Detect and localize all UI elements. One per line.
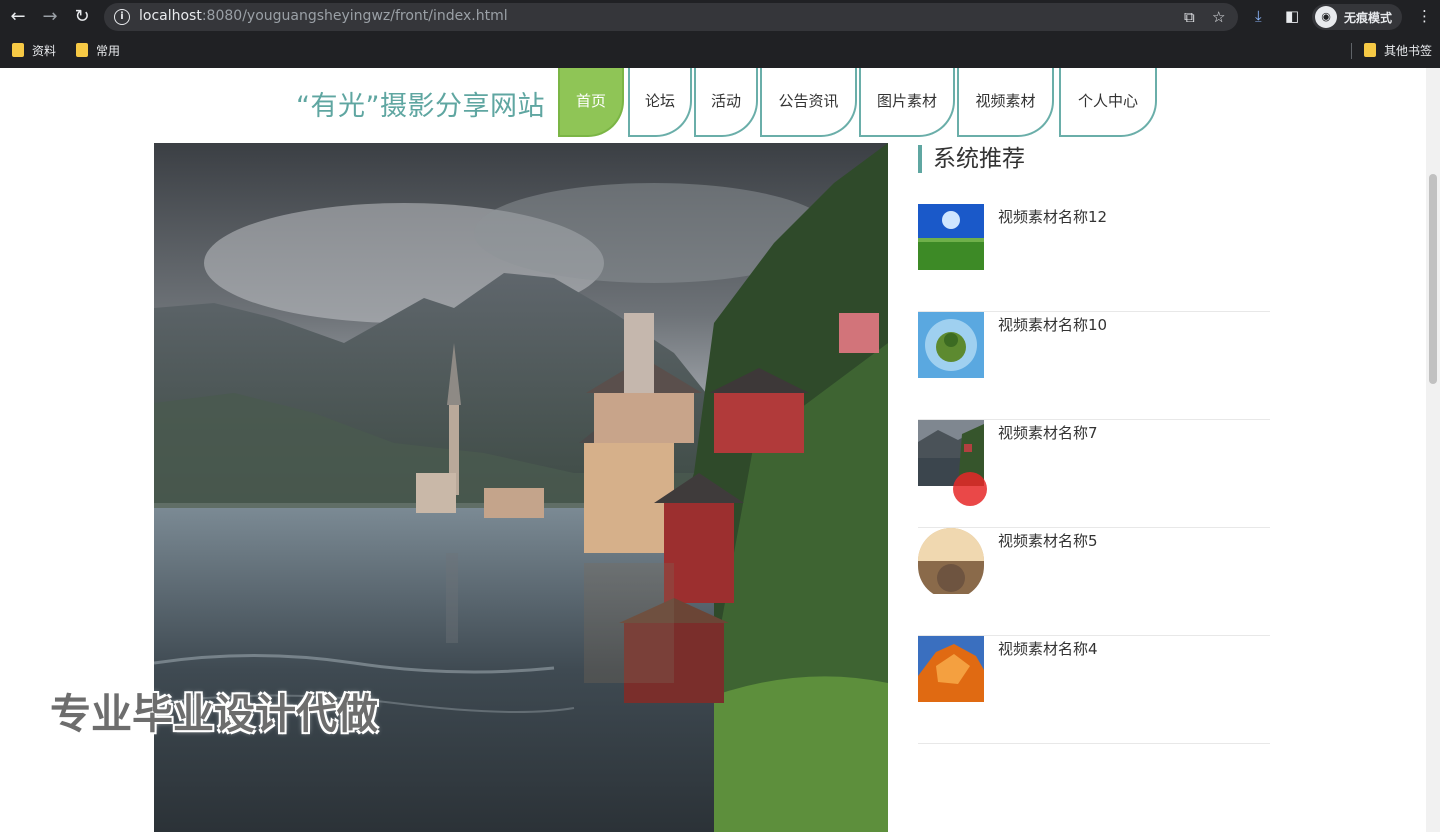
browser-toolbar: ← → ↻ i localhost:8080/youguangsheyingwz… <box>0 0 1440 34</box>
nav-announcements[interactable]: 公告资讯 <box>760 68 857 137</box>
nav-forum[interactable]: 论坛 <box>628 68 692 137</box>
recommend-item[interactable]: 视频素材名称12 <box>918 204 1270 312</box>
site-info-icon[interactable]: i <box>114 9 130 25</box>
cursor-highlight <box>953 472 987 506</box>
orange-rock-image <box>918 636 984 702</box>
page: “有光”摄影分享网站 首页 论坛 活动 公告资讯 图片素材 视频素材 个人中心 <box>0 68 1440 832</box>
site-title[interactable]: “有光”摄影分享网站 <box>296 84 545 123</box>
address-bar[interactable]: i localhost:8080/youguangsheyingwz/front… <box>104 3 1238 31</box>
watermark-text: 专业毕业设计代做 <box>50 690 378 738</box>
star-icon[interactable]: ☆ <box>1212 8 1225 26</box>
recommend-item[interactable]: 视频素材名称4 <box>918 636 1270 744</box>
grass-sky-image <box>918 204 984 270</box>
nav-user-center[interactable]: 个人中心 <box>1059 68 1157 137</box>
bookmark-separator <box>1351 43 1352 59</box>
folder-icon <box>1364 43 1376 57</box>
recommend-item-name[interactable]: 视频素材名称12 <box>998 206 1107 227</box>
thumbnail-sunset-globe[interactable] <box>918 528 984 594</box>
side-panel-icon[interactable]: ◧ <box>1285 6 1299 26</box>
recommend-heading: 系统推荐 <box>918 145 1025 173</box>
incognito-label: 无痕模式 <box>1344 11 1393 25</box>
recommend-item-name[interactable]: 视频素材名称7 <box>998 422 1098 443</box>
nav-video-materials[interactable]: 视频素材 <box>957 68 1054 137</box>
back-icon[interactable]: ← <box>6 5 30 29</box>
incognito-badge[interactable]: ◉ 无痕模式 <box>1312 4 1402 30</box>
browser-chrome: ← → ↻ i localhost:8080/youguangsheyingwz… <box>0 0 1440 68</box>
main-nav: 首页 论坛 活动 公告资讯 图片素材 视频素材 个人中心 <box>556 68 1166 138</box>
blocked-popup-icon[interactable]: ⧉ <box>1184 8 1195 26</box>
url-text[interactable]: localhost:8080/youguangsheyingwz/front/i… <box>139 8 508 24</box>
forward-icon[interactable]: → <box>38 5 62 29</box>
recommend-item-name[interactable]: 视频素材名称4 <box>998 638 1098 659</box>
thumbnail-orange-rock[interactable] <box>918 636 984 702</box>
folder-icon <box>12 43 24 57</box>
menu-kebab-icon[interactable]: ⋮ <box>1417 6 1432 26</box>
thumbnail-grass-sky[interactable] <box>918 204 984 270</box>
nav-home[interactable]: 首页 <box>558 68 624 137</box>
download-icon[interactable]: ⤓ <box>1255 6 1262 26</box>
nav-image-materials[interactable]: 图片素材 <box>859 68 955 137</box>
incognito-icon: ◉ <box>1315 6 1337 28</box>
recommend-item-name[interactable]: 视频素材名称10 <box>998 314 1107 335</box>
bookmark-folder-other[interactable]: 其他书签 <box>1364 41 1432 61</box>
page-scrollbar[interactable] <box>1426 68 1440 832</box>
bookmark-folder-ziliao[interactable]: 资料 <box>12 41 56 61</box>
sunset-globe-image <box>918 528 984 594</box>
tiny-planet-image <box>918 312 984 378</box>
nav-activity[interactable]: 活动 <box>694 68 758 137</box>
recommend-item[interactable]: 视频素材名称5 <box>918 528 1270 636</box>
bookmarks-bar: 资料 常用 其他书签 <box>0 34 1440 68</box>
recommend-item-name[interactable]: 视频素材名称5 <box>998 530 1098 551</box>
recommend-item[interactable]: 视频素材名称10 <box>918 312 1270 420</box>
bookmark-folder-changyong[interactable]: 常用 <box>76 41 120 61</box>
reload-icon[interactable]: ↻ <box>70 5 94 29</box>
folder-icon <box>76 43 88 57</box>
thumbnail-tiny-planet[interactable] <box>918 312 984 378</box>
scrollbar-thumb[interactable] <box>1429 174 1437 384</box>
